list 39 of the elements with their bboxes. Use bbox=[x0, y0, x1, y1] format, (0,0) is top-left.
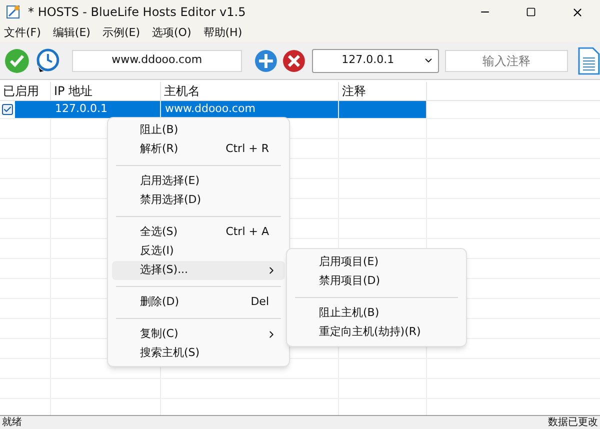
comment-field[interactable]: 输入注释 bbox=[445, 50, 568, 72]
menu-item[interactable]: 重定向主机(劫持)(R) bbox=[291, 323, 462, 342]
menu-item[interactable]: 反选(I) bbox=[112, 242, 285, 261]
menu-item[interactable]: 全选(S) Ctrl + A bbox=[112, 223, 285, 242]
host-field[interactable]: www.ddooo.com bbox=[72, 50, 242, 72]
menu-item[interactable]: 禁用项目(D) bbox=[291, 272, 462, 291]
menu-item[interactable]: 搜索主机(S) bbox=[112, 344, 285, 363]
menu-bar-item[interactable]: 选项(O) bbox=[152, 24, 192, 42]
menu-bar-item[interactable]: 示例(E) bbox=[102, 24, 140, 42]
menu-bar-item[interactable]: 帮助(H) bbox=[203, 24, 242, 42]
column-header[interactable]: IP 地址 bbox=[51, 82, 161, 100]
menu-item[interactable]: 删除(D) Del bbox=[112, 293, 285, 312]
column-header[interactable]: 注释 bbox=[339, 82, 427, 100]
menu-item[interactable]: 阻止主机(B) bbox=[291, 304, 462, 323]
status-text: 就绪 bbox=[2, 416, 22, 429]
status-text: 数据已更改 bbox=[548, 416, 598, 429]
window-title: * HOSTS - BlueLife Hosts Editor v1.5 bbox=[28, 4, 247, 21]
menu-item[interactable]: 解析(R) Ctrl + R bbox=[112, 140, 285, 159]
menu-item[interactable]: 禁用选择(D) bbox=[112, 191, 285, 210]
table-cell: 127.0.0.1 bbox=[51, 101, 161, 118]
close-icon bbox=[570, 6, 584, 18]
menu-item[interactable]: 阻止(B) bbox=[112, 121, 285, 140]
menu-bar-item[interactable]: 文件(F) bbox=[4, 24, 41, 42]
column-header[interactable]: 主机名 bbox=[161, 82, 339, 100]
app-icon bbox=[6, 5, 20, 19]
menu-item[interactable]: 启用项目(E) bbox=[291, 253, 462, 272]
menu-item[interactable]: 选择(S)... bbox=[112, 261, 285, 280]
menu-item[interactable]: 启用选择(E) bbox=[112, 172, 285, 191]
column-header[interactable]: 已启用 bbox=[0, 82, 51, 100]
menu-item[interactable]: 复制(C) bbox=[112, 325, 285, 344]
menu-bar-item[interactable]: 编辑(E) bbox=[52, 24, 90, 42]
delete-circle-icon[interactable] bbox=[282, 48, 306, 72]
table-cell: www.ddooo.com bbox=[161, 101, 339, 118]
check-circle-icon[interactable] bbox=[4, 48, 30, 74]
ip-combo-box[interactable]: 127.0.0.1 bbox=[312, 48, 440, 72]
maximize-icon bbox=[526, 7, 536, 17]
plus-circle-icon[interactable] bbox=[254, 48, 278, 72]
document-icon[interactable] bbox=[578, 46, 600, 74]
checkbox[interactable] bbox=[2, 104, 13, 115]
